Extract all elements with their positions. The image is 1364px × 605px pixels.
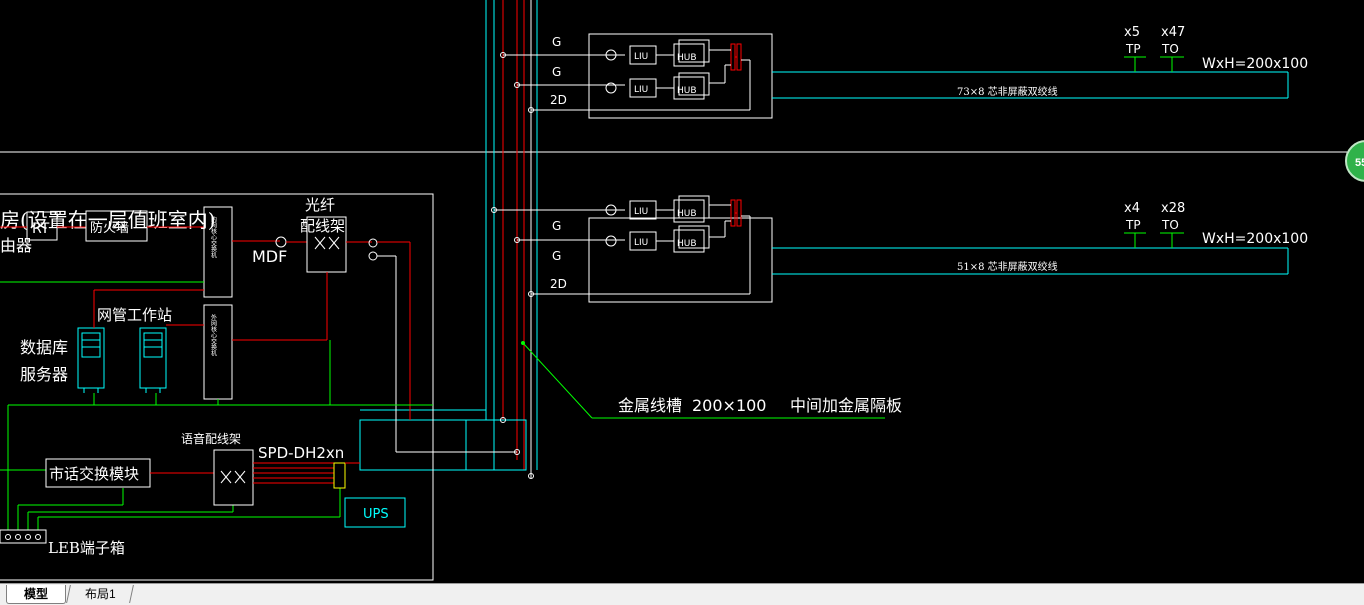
server-icon[interactable] [77,327,105,393]
tray-annotation[interactable]: 金属线槽 200×100 中间加金属隔板 [521,341,902,419]
workstation-label: 网管工作站 [97,306,172,324]
svg-text:LIU: LIU [634,238,648,248]
svg-text:TO: TO [1161,42,1179,56]
svg-text:x4: x4 [1124,201,1140,216]
tray-note: 中间加金属隔板 [790,396,902,415]
svg-text:配线架: 配线架 [300,217,345,235]
core-switch-2[interactable] [203,304,233,400]
tray-size: 200×100 [692,396,766,415]
floor-lower-group[interactable]: G G 2D LIU LIU HUB HUB 51×8 芯非屏蔽双绞线 WxH=… [491,195,1309,303]
svg-text:TP: TP [1125,218,1141,232]
connector-icon [605,235,617,247]
tab-layout1[interactable]: 布局1 [66,585,134,603]
ups-label: UPS [363,507,389,522]
svg-text:LIU: LIU [634,207,648,217]
svg-text:内网核心交换机: 内网核心交换机 [210,215,217,259]
svg-text:HUB: HUB [677,86,697,96]
workstation-icon[interactable] [139,327,167,393]
spd-device[interactable] [333,462,346,489]
leb-label: LEB端子箱 [48,539,125,557]
layout-tab-bar: 模型 布局1 [0,583,1364,605]
cable-label: 73×8 芯非屏蔽双绞线 [957,85,1058,98]
rt-label: RT [32,221,50,237]
svg-text:HUB: HUB [677,53,697,63]
tray-size-label: WxH=200x100 [1202,56,1308,72]
fiber-label: 光纤 [305,196,335,214]
svg-text:G: G [552,219,561,233]
svg-text:HUB: HUB [677,209,697,219]
svg-text:51×8 芯非屏蔽双绞线: 51×8 芯非屏蔽双绞线 [957,260,1058,273]
svg-text:HUB: HUB [677,239,697,249]
tray-label: 金属线槽 [618,396,682,415]
svg-text:LIU: LIU [634,85,648,95]
label-2d: 2D [550,93,567,107]
label-g1: G [552,35,561,49]
voice-rack[interactable] [213,449,254,506]
connector-icon [275,236,287,248]
tab-model[interactable]: 模型 [6,585,66,604]
svg-text:TO: TO [1161,218,1179,232]
label-g2: G [552,65,561,79]
trunking-box [359,270,534,479]
svg-text:外网核心交换机: 外网核心交换机 [210,313,217,357]
riser-lines [360,0,538,478]
spd-label: SPD-DH2xn [258,444,344,462]
svg-text:2D: 2D [550,277,567,291]
server-label-1: 数据库 [20,338,68,357]
cad-drawing-canvas[interactable]: G G 2D LIU LIU HUB HUB 73×8 芯非屏蔽双绞线 WxH=… [0,0,1364,583]
floor-upper-group[interactable]: G G 2D LIU LIU HUB HUB 73×8 芯非屏蔽双绞线 WxH=… [500,25,1309,119]
pbx-label: 市话交换模块 [49,465,139,483]
svg-text:WxH=200x100: WxH=200x100 [1202,231,1308,247]
equipment-room[interactable]: 房(设置在一层值班室内) 由器 RT 防火墙 内网核心交换机 外网核心交换机 M… [0,193,434,581]
mdf-label: MDF [252,247,287,266]
voice-rack-label: 语音配线架 [181,431,241,446]
svg-text:G: G [552,249,561,263]
svg-text:x28: x28 [1161,201,1185,216]
firewall-label: 防火墙 [90,220,129,236]
svg-text:x47: x47 [1161,25,1185,40]
svg-text:x5: x5 [1124,25,1140,40]
server-label-2: 服务器 [20,365,68,384]
svg-text:TP: TP [1125,42,1141,56]
svg-text:LIU: LIU [634,52,648,62]
leb-box[interactable] [0,529,47,544]
